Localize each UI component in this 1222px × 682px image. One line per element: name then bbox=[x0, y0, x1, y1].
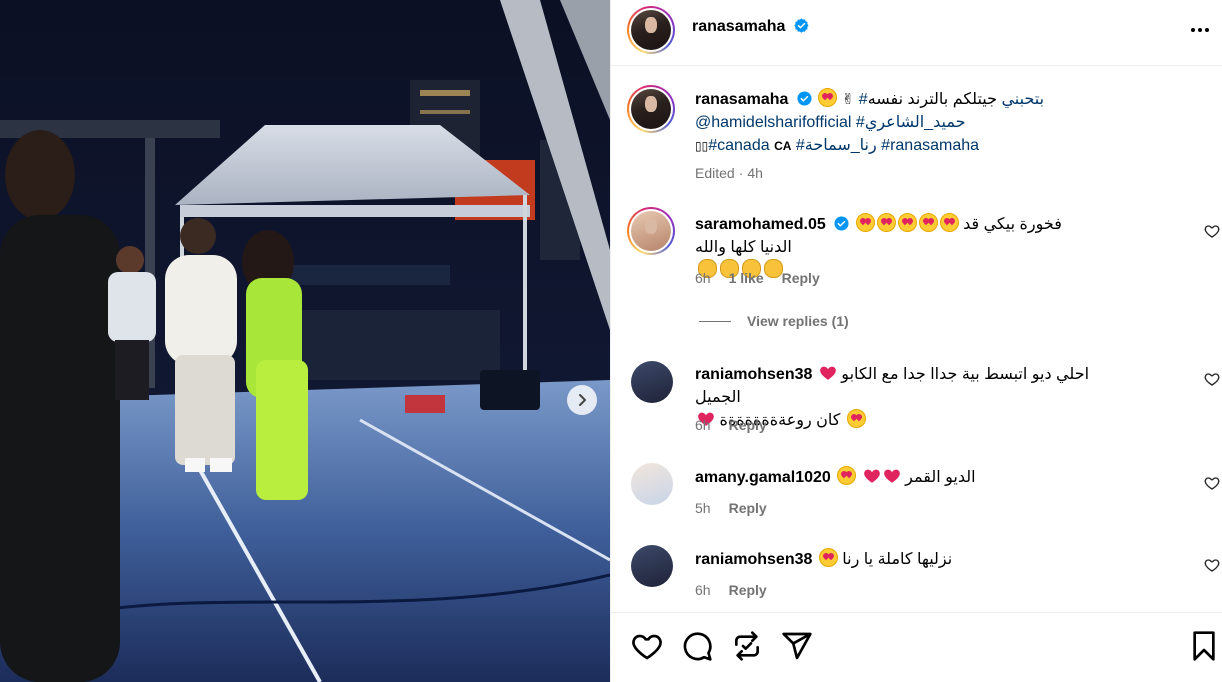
comment-meta: 6h Reply bbox=[695, 417, 767, 433]
comment-username[interactable]: raniamohsen38 bbox=[695, 366, 812, 383]
author-avatar[interactable] bbox=[627, 6, 675, 54]
heart-eyes-emoji-icon bbox=[818, 88, 838, 107]
edited-label: Edited bbox=[695, 165, 735, 181]
comment-username[interactable]: raniamohsen38 bbox=[695, 551, 812, 568]
caption-mention[interactable]: @hamidelsharifofficial bbox=[695, 114, 851, 131]
comment-time: 6h bbox=[695, 582, 711, 598]
caption-time: 4h bbox=[747, 165, 763, 181]
like-comment-heart-icon[interactable] bbox=[1204, 475, 1220, 491]
reply-button[interactable]: Reply bbox=[729, 582, 767, 598]
commenter-avatar[interactable] bbox=[627, 207, 675, 255]
verified-badge-icon bbox=[794, 18, 809, 33]
victory-hand-emoji-icon: ✌ bbox=[841, 90, 855, 108]
post-details-panel: ranasamaha ranasamaha ✌ #بتحبني جيتلكم ب… bbox=[610, 0, 1222, 682]
heart-eyes-emoji-icon bbox=[918, 213, 938, 232]
commenter-avatar[interactable] bbox=[631, 463, 673, 505]
comment-text: raniamohsen38 نزليها كاملة يا رنا bbox=[695, 548, 1095, 571]
post-header: ranasamaha bbox=[611, 0, 1222, 66]
comment-icon[interactable] bbox=[681, 630, 713, 662]
comment-body: نزليها كاملة يا رنا bbox=[842, 551, 953, 568]
author-username[interactable]: ranasamaha bbox=[692, 18, 785, 35]
comments-list[interactable]: ranasamaha ✌ #بتحبني جيتلكم بالترند نفسه… bbox=[611, 67, 1222, 612]
comment-meta: 6h Reply bbox=[695, 582, 767, 598]
smiling-hearts-emoji-icon bbox=[818, 548, 838, 567]
repost-icon[interactable] bbox=[731, 630, 763, 662]
caption-hashtag[interactable]: #حميد_الشاعري bbox=[856, 114, 966, 131]
red-heart-emoji-icon bbox=[820, 366, 836, 380]
heart-eyes-emoji-icon bbox=[876, 213, 896, 232]
verified-badge-icon bbox=[834, 216, 849, 231]
replies-divider-line bbox=[699, 320, 731, 322]
post-action-bar bbox=[611, 612, 1222, 682]
view-replies-label: View replies (1) bbox=[747, 313, 849, 329]
comment-meta: 5h Reply bbox=[695, 500, 767, 516]
post-media[interactable] bbox=[0, 0, 610, 682]
comment-time: 6h bbox=[695, 270, 711, 286]
chevron-right-icon bbox=[579, 394, 586, 406]
heart-eyes-emoji-icon bbox=[837, 466, 857, 485]
caption-username[interactable]: ranasamaha bbox=[695, 91, 788, 108]
commenter-avatar[interactable] bbox=[631, 545, 673, 587]
caption-main-text: جيتلكم بالترند نفسه bbox=[867, 91, 998, 108]
view-replies-button[interactable]: View replies (1) bbox=[699, 313, 849, 329]
next-photo-button[interactable] bbox=[567, 385, 597, 415]
caption-hashtag[interactable]: #رنا_سماحة bbox=[796, 137, 877, 154]
comment-body: الديو القمر bbox=[905, 469, 976, 486]
commenter-avatar[interactable] bbox=[631, 361, 673, 403]
caption-hashtag[interactable]: #canada bbox=[708, 137, 769, 154]
caption-text: ranasamaha ✌ #بتحبني جيتلكم بالترند نفسه… bbox=[695, 88, 1095, 158]
like-comment-heart-icon[interactable] bbox=[1204, 557, 1220, 573]
like-comment-heart-icon[interactable] bbox=[1204, 223, 1220, 239]
send-icon[interactable] bbox=[781, 630, 813, 662]
caption-meta: Edited · 4h bbox=[695, 165, 763, 181]
comment-username[interactable]: saramohamed.05 bbox=[695, 216, 826, 233]
comment-time: 5h bbox=[695, 500, 711, 516]
concert-photo bbox=[0, 0, 610, 682]
reply-button[interactable]: Reply bbox=[782, 270, 820, 286]
caption-author-avatar[interactable] bbox=[627, 85, 675, 133]
red-heart-emoji-icon bbox=[883, 469, 900, 483]
heart-eyes-emoji-icon bbox=[846, 409, 866, 428]
red-heart-emoji-icon bbox=[863, 469, 880, 483]
country-code: CA bbox=[774, 139, 792, 153]
flag-emoji-icon: ▯▯ bbox=[695, 139, 709, 153]
like-comment-heart-icon[interactable] bbox=[1204, 371, 1220, 387]
comment-likes[interactable]: 1 like bbox=[729, 270, 764, 286]
comment-username[interactable]: amany.gamal1020 bbox=[695, 469, 831, 486]
heart-eyes-emoji-icon bbox=[855, 213, 875, 232]
caption-hashtag[interactable]: #ranasamaha bbox=[881, 137, 979, 154]
comment-time: 6h bbox=[695, 417, 711, 433]
comment-text: amany.gamal1020 الديو القمر bbox=[695, 466, 1095, 489]
more-options-button[interactable] bbox=[1185, 18, 1215, 42]
heart-icon[interactable] bbox=[631, 630, 663, 662]
more-horizontal-icon bbox=[1191, 28, 1195, 32]
reply-button[interactable]: Reply bbox=[729, 500, 767, 516]
reply-button[interactable]: Reply bbox=[729, 417, 767, 433]
heart-eyes-emoji-icon bbox=[897, 213, 917, 232]
heart-eyes-emoji-icon bbox=[939, 213, 959, 232]
verified-badge-icon bbox=[797, 91, 812, 106]
bookmark-icon[interactable] bbox=[1188, 630, 1220, 662]
comment-meta: 6h 1 like Reply bbox=[695, 270, 820, 286]
